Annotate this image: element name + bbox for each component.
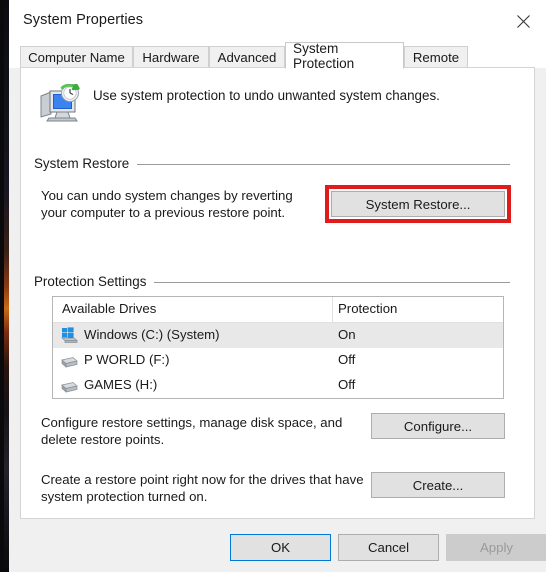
- drive-icon: [61, 377, 79, 394]
- drive-protection-status: Off: [338, 352, 356, 367]
- tab-advanced[interactable]: Advanced: [209, 46, 285, 68]
- tab-label: Remote: [412, 50, 460, 65]
- system-protection-icon: [37, 82, 83, 126]
- available-drives-table[interactable]: Available Drives Protection Windows (C:)…: [52, 296, 504, 399]
- system-restore-description: You can undo system changes by reverting…: [41, 188, 293, 220]
- drive-name: Windows (C:) (System): [84, 327, 220, 342]
- column-divider[interactable]: [332, 297, 333, 322]
- tab-strip: Computer Name Hardware Advanced System P…: [9, 40, 546, 71]
- table-row[interactable]: GAMES (H:) Off: [53, 373, 503, 398]
- apply-button: Apply: [446, 534, 546, 561]
- tab-computer-name[interactable]: Computer Name: [20, 46, 133, 68]
- tab-hardware[interactable]: Hardware: [133, 46, 209, 68]
- system-properties-dialog: System Properties Computer Name Hardware…: [9, 0, 546, 572]
- table-header-row: Available Drives Protection: [53, 297, 503, 323]
- drive-icon: [61, 352, 79, 369]
- ok-button[interactable]: OK: [230, 534, 331, 561]
- tab-system-protection[interactable]: System Protection: [285, 40, 404, 71]
- drive-protection-status: Off: [338, 377, 356, 392]
- column-header-available-drives[interactable]: Available Drives: [62, 301, 156, 316]
- system-protection-tab-page: Use system protection to undo unwanted s…: [20, 67, 535, 519]
- header-description: Use system protection to undo unwanted s…: [93, 88, 440, 103]
- drive-protection-status: On: [338, 327, 356, 342]
- tab-label: System Protection: [293, 40, 355, 71]
- table-row[interactable]: P WORLD (F:) Off: [53, 348, 503, 373]
- title-bar: System Properties: [9, 1, 546, 42]
- window-title: System Properties: [23, 12, 144, 28]
- table-row[interactable]: Windows (C:) (System) On: [53, 323, 503, 348]
- system-restore-group-label: System Restore: [34, 156, 138, 171]
- windows-drive-icon: [61, 327, 79, 344]
- create-description: Create a restore point right now for the…: [41, 472, 364, 504]
- drive-name: P WORLD (F:): [84, 352, 170, 367]
- tab-label: Computer Name: [28, 50, 125, 65]
- configure-description: Configure restore settings, manage disk …: [41, 415, 343, 447]
- protection-settings-group-label: Protection Settings: [34, 274, 155, 289]
- desktop-wallpaper-edge: [0, 0, 4, 572]
- system-restore-button[interactable]: System Restore...: [331, 191, 505, 217]
- tab-label: Advanced: [217, 50, 277, 65]
- tab-remote[interactable]: Remote: [404, 46, 468, 68]
- create-button[interactable]: Create...: [371, 472, 505, 498]
- close-icon: [515, 13, 532, 30]
- drive-name: GAMES (H:): [84, 377, 158, 392]
- tab-label: Hardware: [142, 50, 200, 65]
- column-header-protection[interactable]: Protection: [338, 301, 397, 316]
- close-button[interactable]: [500, 1, 546, 42]
- cancel-button[interactable]: Cancel: [338, 534, 439, 561]
- configure-button[interactable]: Configure...: [371, 413, 505, 439]
